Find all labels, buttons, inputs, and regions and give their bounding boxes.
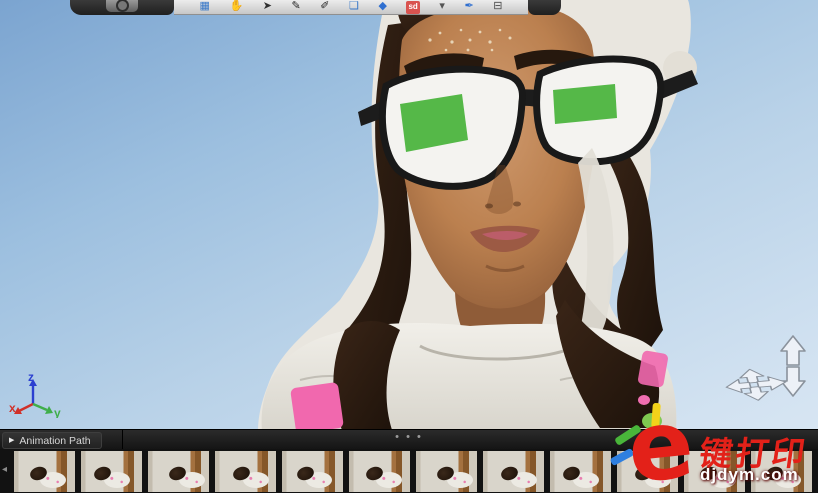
sd-badge-icon[interactable]: sd (406, 1, 419, 14)
animation-frame-thumbnail[interactable] (215, 451, 276, 492)
right-green-rect (553, 84, 617, 124)
navigation-arrow-pad[interactable] (720, 334, 814, 416)
diamond-icon[interactable]: ◆ (378, 0, 386, 13)
pan-arrows[interactable] (722, 367, 790, 403)
animation-frame-thumbnail[interactable] (550, 451, 611, 492)
axis-y-label: y (54, 406, 61, 418)
toolbar-icons: ▦ ✋ ➤ ✎ ✐ ❏ ◆ sd ▾ ✒ ⊟ (174, 0, 528, 15)
camera-button[interactable] (70, 0, 174, 15)
pen-icon[interactable]: ✎ (292, 0, 301, 13)
animation-frame-thumbnail[interactable] (617, 451, 678, 492)
toolbar-end-cap (528, 0, 561, 15)
animation-frame-thumbnail[interactable] (282, 451, 343, 492)
cursor-icon[interactable]: ➤ (263, 0, 272, 13)
clamp-icon[interactable]: ⊟ (493, 0, 502, 13)
app-window: ▦✋➤✎✐❏◆sd▾✒⊟ z x y ▶ Animation P (0, 0, 818, 493)
camera-icon (106, 0, 138, 12)
top-toolbar: ▦ ✋ ➤ ✎ ✐ ❏ ◆ sd ▾ ✒ ⊟ (70, 0, 561, 15)
frames-strip (14, 451, 812, 492)
animation-frame-thumbnail[interactable] (349, 451, 410, 492)
move-up-arrow[interactable] (781, 336, 805, 365)
dropdown-caret-icon[interactable]: ▾ (439, 0, 445, 13)
animation-frame-thumbnail[interactable] (416, 451, 477, 492)
brush-icon[interactable]: ✒ (464, 0, 473, 13)
animation-frame-thumbnail[interactable] (14, 451, 75, 492)
panel-drag-handle[interactable]: • • • (0, 431, 818, 443)
animation-panel-header: ▶ Animation Path • • • (0, 429, 818, 449)
image-icon[interactable]: ▦ (200, 0, 210, 13)
marker-icon[interactable]: ✐ (320, 0, 329, 13)
animation-frame-thumbnail[interactable] (81, 451, 142, 492)
3d-scan-model (0, 0, 818, 493)
animation-frame-thumbnail[interactable] (148, 451, 209, 492)
axis-gizmo: z x y (8, 370, 62, 418)
3d-viewport[interactable] (0, 0, 818, 493)
animation-frame-thumbnail[interactable] (483, 451, 544, 492)
animation-frame-thumbnail[interactable] (751, 451, 812, 492)
animation-frame-thumbnail[interactable] (684, 451, 745, 492)
scroll-left-arrow[interactable]: ◂ (2, 464, 7, 475)
hand-icon[interactable]: ✋ (230, 0, 244, 13)
chat-icon[interactable]: ❏ (349, 0, 359, 13)
frames-panel: ◂ (0, 449, 818, 493)
axis-z-label: z (28, 370, 34, 384)
axis-x-label: x (9, 401, 16, 415)
